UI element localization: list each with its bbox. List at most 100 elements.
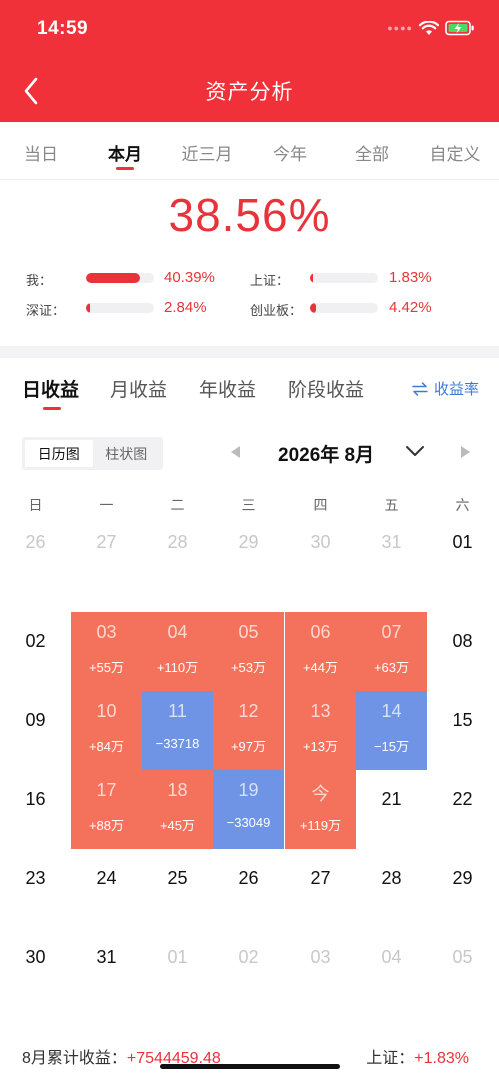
benchmark-value-me: 40.39%: [164, 269, 215, 286]
calendar-day[interactable]: 30: [285, 513, 356, 592]
tab-stage-income[interactable]: 阶段收益: [288, 375, 364, 402]
calendar-day[interactable]: 23: [0, 849, 71, 928]
month-title[interactable]: 2026年 8月: [278, 440, 374, 467]
calendar-day[interactable]: 27: [71, 513, 142, 592]
calendar-day-income: +88万: [88, 818, 125, 833]
tab-active-underline: [116, 167, 134, 170]
calendar-day-number: 07: [381, 622, 402, 642]
calendar-day-number: 26: [238, 868, 259, 888]
calendar-day[interactable]: 22: [427, 770, 498, 849]
calendar-day-income: +119万: [299, 818, 342, 833]
calendar-day[interactable]: 03: [285, 928, 356, 1007]
calendar-day[interactable]: 11 −33718: [142, 691, 213, 770]
chevron-down-icon[interactable]: [404, 443, 426, 459]
calendar-day[interactable]: 04: [356, 928, 427, 1007]
weekday-fri: 五: [384, 497, 399, 513]
benchmark-fill-shanghai: [310, 273, 313, 283]
wifi-icon: [419, 20, 439, 35]
calendar-day-number: 02: [238, 947, 259, 967]
tab-this-month[interactable]: 本月: [108, 140, 142, 165]
calendar-day[interactable]: 17 +88万: [71, 770, 142, 849]
calendar-day-number: 03: [96, 622, 117, 642]
calendar-day[interactable]: 08: [427, 612, 498, 691]
calendar-day[interactable]: 13 +13万: [285, 691, 356, 770]
calendar-day[interactable]: 03 +55万: [71, 612, 142, 691]
tab-all[interactable]: 全部: [355, 140, 389, 165]
calendar-day[interactable]: 26: [213, 849, 284, 928]
calendar-day-number: 25: [167, 868, 188, 888]
benchmark-value-shanghai: 1.83%: [389, 269, 432, 286]
calendar-day[interactable]: 31: [356, 513, 427, 592]
view-bar-chart-button[interactable]: 柱状图: [93, 440, 161, 467]
triangle-left-icon[interactable]: [231, 446, 240, 458]
calendar-day[interactable]: 24: [71, 849, 142, 928]
calendar-day[interactable]: 14 −15万: [356, 691, 427, 770]
calendar-day[interactable]: 28: [356, 849, 427, 928]
calendar-day-number: 31: [381, 532, 402, 552]
calendar-day[interactable]: 12 +97万: [213, 691, 284, 770]
return-rate-label: 收益率: [433, 381, 479, 398]
view-toggle: 日历图 柱状图: [22, 437, 163, 470]
calendar-day[interactable]: 29: [427, 849, 498, 928]
calendar-day[interactable]: 27: [285, 849, 356, 928]
view-calendar-button[interactable]: 日历图: [25, 440, 93, 467]
benchmark-summary: 上证：+1.83%: [366, 1044, 469, 1068]
triangle-right-icon[interactable]: [461, 446, 470, 458]
section-divider: [0, 346, 499, 358]
return-rate-toggle[interactable]: 收益率: [412, 378, 479, 399]
calendar-day-income: +13万: [302, 739, 339, 754]
calendar-day[interactable]: 09: [0, 691, 71, 770]
calendar-day[interactable]: 16: [0, 770, 71, 849]
app-header: 14:59 ●●●● 资产分析: [0, 0, 499, 122]
calendar-day[interactable]: 04 +110万: [142, 612, 213, 691]
tab-custom[interactable]: 自定义: [430, 140, 481, 165]
tab-yearly-income[interactable]: 年收益: [199, 375, 256, 402]
calendar-day[interactable]: 29: [213, 513, 284, 592]
tab-today[interactable]: 当日: [24, 140, 58, 165]
calendar-day-number: 10: [96, 701, 117, 721]
calendar-day-number: 08: [452, 631, 473, 651]
tab-last-three-months[interactable]: 近三月: [182, 140, 233, 165]
calendar-day[interactable]: 05: [427, 928, 498, 1007]
calendar-day-number: 04: [381, 947, 402, 967]
calendar-day[interactable]: 26: [0, 513, 71, 592]
calendar-day[interactable]: 今 +119万: [285, 770, 356, 849]
calendar-day[interactable]: 02: [0, 612, 71, 691]
calendar-day[interactable]: 19 −33049: [213, 770, 284, 849]
calendar-day[interactable]: 28: [142, 513, 213, 592]
calendar-day-number: 23: [25, 868, 46, 888]
calendar-day-number: 29: [238, 532, 259, 552]
calendar-day[interactable]: 25: [142, 849, 213, 928]
tab-daily-income[interactable]: 日收益: [22, 375, 79, 402]
benchmark-bar-me: [86, 273, 154, 283]
benchmark-fill-shenzhen: [86, 303, 91, 313]
benchmark-bar-chinext: [310, 303, 378, 313]
calendar-day[interactable]: 01: [427, 513, 498, 592]
calendar-day[interactable]: 06 +44万: [285, 612, 356, 691]
calendar-day[interactable]: 05 +53万: [213, 612, 284, 691]
calendar-day[interactable]: 30: [0, 928, 71, 1007]
calendar-day[interactable]: 07 +63万: [356, 612, 427, 691]
benchmark-label-shanghai: 上证：: [250, 273, 290, 288]
calendar-day[interactable]: 10 +84万: [71, 691, 142, 770]
benchmark-fill-chinext: [310, 303, 317, 313]
calendar-day[interactable]: 15: [427, 691, 498, 770]
calendar-day[interactable]: 31: [71, 928, 142, 1007]
calendar-day-number: 13: [310, 701, 331, 721]
benchmark-value-chinext: 4.42%: [389, 299, 432, 316]
calendar-day-number: 12: [238, 701, 259, 721]
home-indicator: [160, 1064, 340, 1069]
calendar-day[interactable]: 18 +45万: [142, 770, 213, 849]
calendar-day-number: 15: [452, 710, 473, 730]
calendar-day[interactable]: 21: [356, 770, 427, 849]
tab-monthly-income[interactable]: 月收益: [110, 375, 167, 402]
calendar-day-income: +110万: [156, 660, 199, 675]
tab-this-year[interactable]: 今年: [273, 140, 307, 165]
status-time: 14:59: [37, 18, 89, 39]
calendar-day-number: 21: [381, 789, 402, 809]
calendar-day-number: 01: [167, 947, 188, 967]
battery-charging-icon: [445, 20, 474, 36]
calendar-day[interactable]: 01: [142, 928, 213, 1007]
calendar-day-number: 11: [168, 701, 187, 721]
calendar-day[interactable]: 02: [213, 928, 284, 1007]
